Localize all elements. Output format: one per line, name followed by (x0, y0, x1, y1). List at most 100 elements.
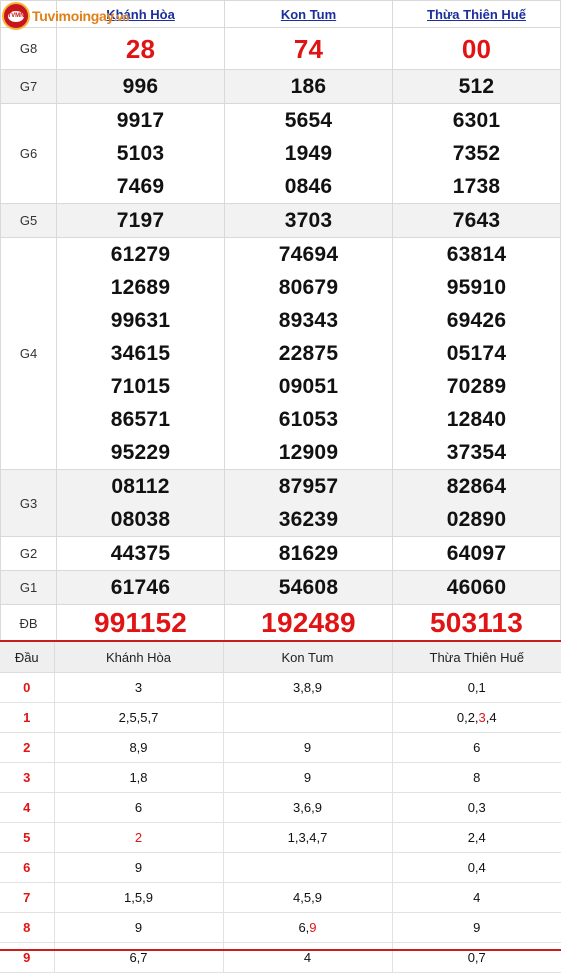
loto-head-digit: 6 (0, 852, 54, 883)
prize-number: 86571 (110, 408, 171, 431)
prize-cell: 87957 36239 (224, 469, 393, 537)
prize-number: 28 (125, 33, 156, 64)
loto-tail-cell: 1,5,9 (53, 882, 223, 913)
loto-tail-cell: 3,8,9 (222, 672, 392, 703)
prize-number: 74694 (278, 243, 339, 266)
prize-cell: 82864 02890 (392, 469, 561, 537)
prize-label: G5 (0, 203, 57, 238)
loto-tail-cell (222, 702, 392, 733)
prize-cell: 6301 7352 1738 (392, 103, 561, 204)
loto-tail-cell: 8 (391, 762, 561, 793)
loto-head-table: Đầu Khánh Hòa Kon Tum Thừa Thiên Huế 033… (0, 642, 561, 973)
prize-cell: 28 (56, 27, 225, 70)
loto-tail-cell: 2 (53, 822, 223, 853)
prize-number: 44375 (110, 542, 171, 565)
loto-row: 8 9 6,9 9 (0, 912, 561, 943)
loto-tail-text: 8 (473, 770, 481, 785)
logo-badge-text: TVMN (8, 10, 25, 22)
prize-number: 54608 (278, 576, 339, 599)
prize-number: 34615 (110, 342, 171, 365)
prize-number: 22875 (278, 342, 339, 365)
prize-number: 99631 (110, 309, 171, 332)
loto-tail-text: 0,3 (467, 800, 486, 815)
prize-label: G6 (0, 103, 57, 204)
prize-row: G8 28 74 00 (0, 27, 561, 70)
loto-tail-text: 3,8,9 (293, 680, 322, 695)
loto-tail-cell: 6,7 (53, 942, 223, 973)
loto-tail-text: 4 (473, 890, 481, 905)
loto-head-digit: 3 (0, 762, 54, 793)
prize-number: 69426 (446, 309, 507, 332)
prize-row: G2 44375 81629 64097 (0, 536, 561, 571)
prize-cell: 7643 (392, 203, 561, 238)
loto-tail-cell: 9 (53, 852, 223, 883)
prize-number: 89343 (278, 309, 339, 332)
prize-number: 9917 (116, 109, 165, 132)
province-link-thua-thien-hue[interactable]: Thừa Thiên Huế (427, 7, 526, 22)
prize-cell: 64097 (392, 536, 561, 571)
prize-label: G8 (0, 27, 57, 70)
loto-tail-cell: 6,9 (222, 912, 392, 943)
prize-number: 95229 (110, 441, 171, 464)
loto-tail-text: ,4 (485, 710, 497, 725)
prize-number: 512 (458, 75, 495, 98)
loto-tail-highlight: 3 (478, 710, 486, 725)
prize-cell: 512 (392, 69, 561, 104)
loto-tail-text: 9 (303, 740, 312, 755)
loto-tail-text: 0,4 (467, 860, 486, 875)
prize-number: 0846 (284, 175, 333, 198)
loto-row: 1 2,5,5,7 0,2,3,4 (0, 702, 561, 733)
prize-number: 3703 (284, 209, 333, 232)
loto-tail-text: 3,6,9 (293, 800, 322, 815)
prize-cell: 7197 (56, 203, 225, 238)
lottery-results-table: Khánh Hòa Kon Tum Thừa Thiên Huế G8 28 74 0… (0, 0, 561, 642)
loto-column-header: Kon Tum (222, 642, 392, 673)
prize-number: 12909 (278, 441, 339, 464)
site-logo[interactable]: TVMN Tuvimoingay.vn (2, 2, 129, 30)
prize-number: 08112 (111, 475, 170, 498)
prize-number: 1738 (452, 175, 501, 198)
loto-row: 0 3 3,8,9 0,1 (0, 672, 561, 703)
prize-label: G3 (0, 469, 57, 537)
loto-row: 7 1,5,9 4,5,9 4 (0, 882, 561, 913)
loto-row: 6 9 0,4 (0, 852, 561, 883)
prize-cell: 61746 (56, 570, 225, 605)
loto-head-digit: 5 (0, 822, 54, 853)
prize-row: G7 996 186 512 (0, 69, 561, 104)
prize-number: 61746 (110, 576, 171, 599)
loto-row: 4 6 3,6,9 0,3 (0, 792, 561, 823)
prize-cell: 44375 (56, 536, 225, 571)
prize-cell: 63814 95910 69426 05174 70289 12840 37354 (392, 237, 561, 470)
prize-cell: 991152 (56, 604, 225, 642)
bottom-divider (0, 949, 561, 951)
prize-number: 87957 (278, 475, 339, 498)
loto-tail-cell: 0,3 (391, 792, 561, 823)
loto-tail-cell: 4 (222, 942, 392, 973)
prize-number: 61279 (110, 243, 171, 266)
prize-label: G7 (0, 69, 57, 104)
prize-number: 46060 (446, 576, 507, 599)
prize-number: 80679 (278, 276, 339, 299)
loto-tail-text: 0,2, (456, 710, 479, 725)
prize-cell: 9917 5103 7469 (56, 103, 225, 204)
loto-tail-text: 6 (134, 800, 143, 815)
loto-tail-text: 8,9 (129, 740, 148, 755)
prize-row: G4 61279 12689 99631 34615 71015 86571 95229 746… (0, 237, 561, 470)
prize-number: 7352 (452, 142, 501, 165)
loto-row: 5 2 1,3,4,7 2,4 (0, 822, 561, 853)
loto-tail-text: 2,5,5,7 (118, 710, 159, 725)
prize-number: 7469 (116, 175, 165, 198)
loto-head-digit: 9 (0, 942, 54, 973)
loto-tail-cell: 3 (53, 672, 223, 703)
province-link-kon-tum[interactable]: Kon Tum (281, 7, 336, 22)
loto-header-row: Đầu Khánh Hòa Kon Tum Thừa Thiên Huế (0, 642, 561, 673)
loto-head-digit: 8 (0, 912, 54, 943)
prize-label: G2 (0, 536, 57, 571)
prize-cell: 54608 (224, 570, 393, 605)
prize-cell: 192489 (224, 604, 393, 642)
logo-name: Tuvimoingay (32, 8, 115, 24)
loto-tail-text: 9 (134, 920, 143, 935)
loto-tail-cell: 3,6,9 (222, 792, 392, 823)
loto-tail-cell: 9 (222, 732, 392, 763)
prize-number: 36239 (278, 508, 339, 531)
